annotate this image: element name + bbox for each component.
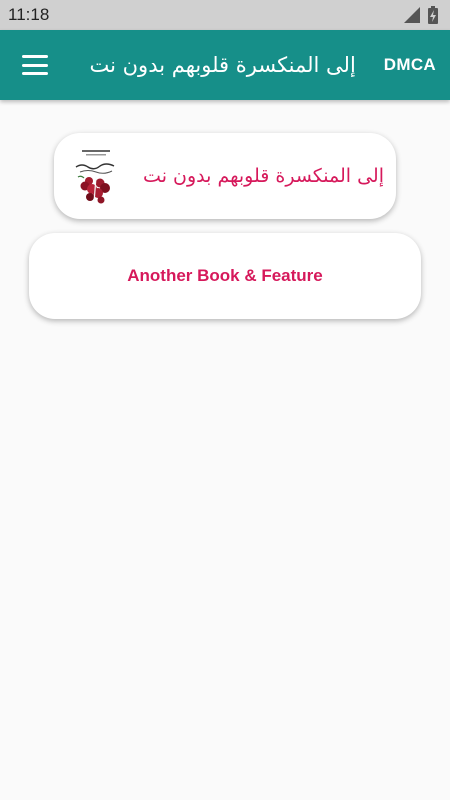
app-title: إلى المنكسرة قلوبهم بدون نت: [89, 53, 356, 77]
app-bar: إلى المنكسرة قلوبهم بدون نت DMCA: [0, 30, 450, 100]
book-title: إلى المنكسرة قلوبهم بدون نت: [143, 165, 384, 187]
book-cover-image: [70, 145, 122, 207]
feature-label: Another Book & Feature: [127, 266, 323, 285]
status-time: 11:18: [8, 5, 50, 24]
dmca-button[interactable]: DMCA: [384, 55, 436, 75]
signal-icon: [404, 7, 420, 23]
status-icons: [404, 6, 438, 24]
book-card[interactable]: إلى المنكسرة قلوبهم بدون نت: [54, 133, 396, 219]
battery-charging-icon: [428, 6, 438, 24]
menu-icon[interactable]: [22, 55, 48, 75]
status-bar: 11:18: [0, 0, 450, 30]
another-book-feature-button[interactable]: Another Book & Feature: [29, 233, 421, 319]
